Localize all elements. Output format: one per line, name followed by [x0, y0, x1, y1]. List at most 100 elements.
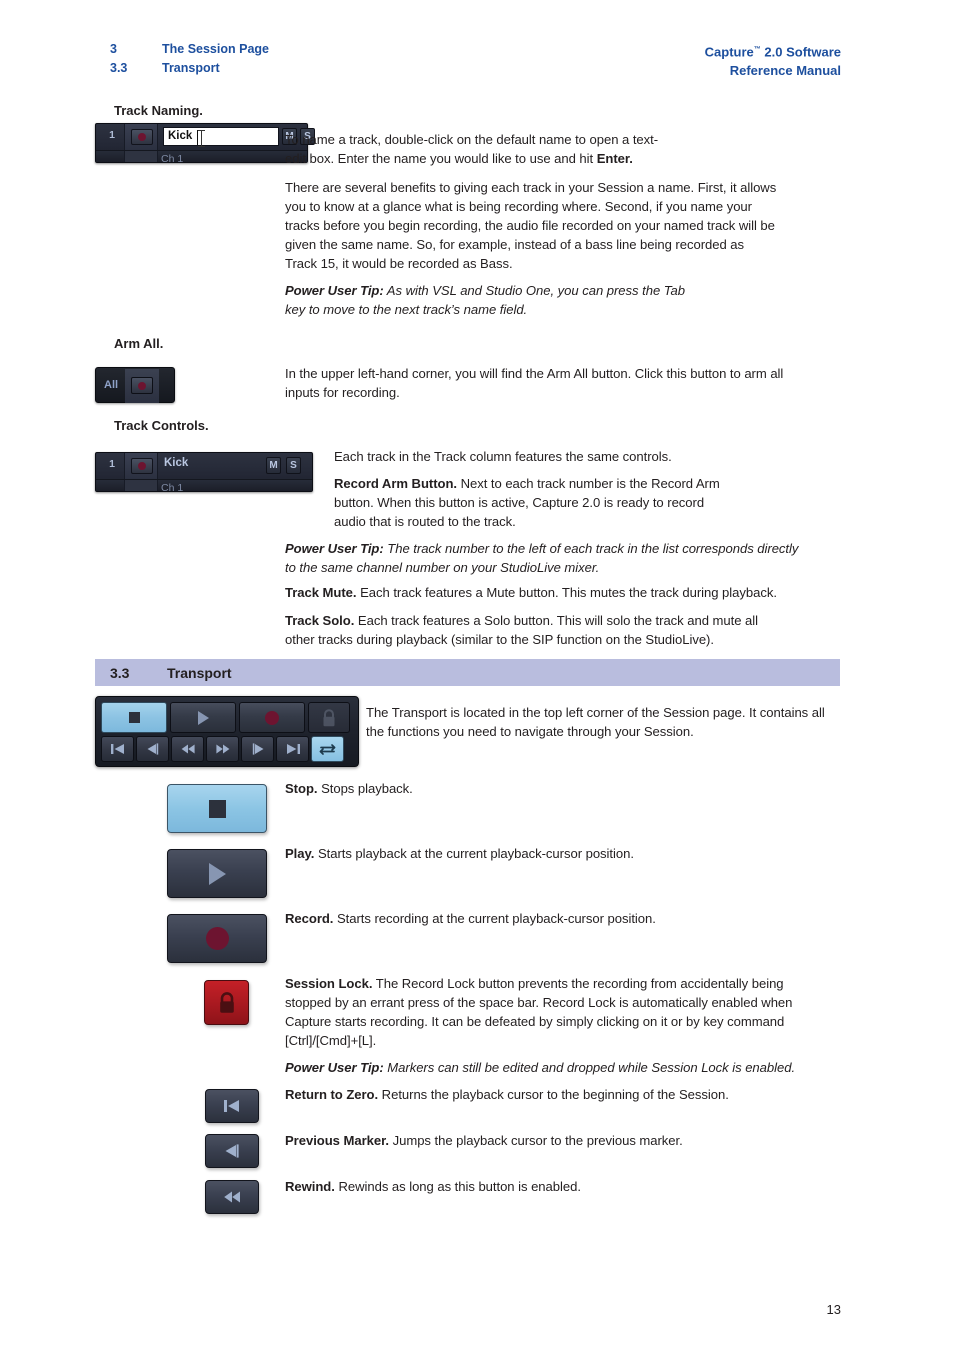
record-description-row: Record. Starts recording at the current …	[285, 909, 805, 928]
track-controls-tip: Power User Tip: The track number to the …	[285, 539, 805, 577]
play-description-row: Play. Starts playback at the current pla…	[285, 844, 805, 863]
return-to-zero-title: Return to Zero.	[285, 1087, 379, 1102]
arm-all-widget[interactable]: All	[95, 367, 175, 403]
record-icon	[205, 927, 229, 950]
rewind-icon	[219, 1188, 245, 1206]
ibeam-cursor-icon	[198, 130, 205, 147]
enter-key-emphasis: Enter.	[596, 151, 633, 167]
track-mute-title: Track Mute.	[285, 585, 357, 600]
stop-text: Stops playback.	[317, 781, 413, 796]
track-strip-arm-column	[124, 480, 158, 491]
naming-intro-line2: edit box. Enter the name you would like …	[285, 151, 597, 167]
power-user-tip-label: Power User Tip:	[285, 541, 384, 556]
track-mute-button[interactable]: M	[266, 457, 281, 474]
track-arm-cell[interactable]	[124, 124, 158, 150]
header-chapter-number: 3	[110, 42, 117, 56]
return-to-zero-button[interactable]	[205, 1089, 259, 1123]
loop-icon	[318, 742, 337, 757]
header-product-version: 2.0 Software	[760, 44, 841, 60]
record-dot-icon	[138, 462, 146, 470]
record-dot-icon	[138, 133, 146, 141]
previous-marker-description-row: Previous Marker. Jumps the playback curs…	[285, 1131, 805, 1150]
record-button[interactable]	[167, 914, 267, 963]
record-arm-button[interactable]	[131, 458, 153, 474]
record-title: Record.	[285, 911, 334, 926]
track-solo-button[interactable]: S	[286, 457, 301, 474]
section-heading-number: 3.3	[110, 664, 130, 681]
power-user-tip-text: Markers can still be edited and dropped …	[383, 1060, 796, 1075]
record-text: Starts recording at the current playback…	[333, 911, 656, 926]
skip-back-icon	[108, 742, 128, 756]
track-name-input[interactable]: Kick	[163, 127, 279, 147]
lock-icon	[322, 708, 336, 727]
header-section-title: Transport	[162, 61, 220, 75]
track-strip-naming[interactable]: Ch 1 1 Kick M S	[95, 123, 315, 165]
go-to-end-button[interactable]	[276, 736, 309, 762]
arm-all-label: Arm All.	[114, 336, 164, 351]
header-manual-line: Reference Manual	[729, 63, 841, 79]
loop-button[interactable]	[311, 736, 344, 762]
track-solo-title: Track Solo.	[285, 613, 355, 628]
play-button[interactable]	[170, 702, 236, 733]
arm-all-text: All	[104, 379, 119, 391]
rewind-description-row: Rewind. Rewinds as long as this button i…	[285, 1177, 805, 1196]
stop-button[interactable]	[101, 702, 167, 733]
naming-intro-line1: To name a track, double-click on the def…	[285, 132, 659, 147]
section-heading-title: Transport	[167, 664, 232, 681]
previous-marker-button[interactable]	[205, 1134, 259, 1168]
previous-marker-title: Previous Marker.	[285, 1133, 390, 1148]
previous-marker-text: Jumps the playback cursor to the previou…	[389, 1133, 683, 1148]
header-left: 3 The Session Page 3.3 Transport	[110, 40, 269, 78]
track-mute-text: Each track features a Mute button. This …	[356, 585, 777, 600]
header-section-line: 3.3 Transport	[110, 59, 269, 78]
track-strip-lower-row: Ch 1	[96, 150, 307, 165]
lock-icon	[218, 991, 236, 1014]
stop-icon	[208, 799, 226, 818]
transport-description: The Transport is located in the top left…	[366, 705, 825, 740]
session-lock-button[interactable]	[204, 980, 249, 1025]
record-button[interactable]	[239, 702, 305, 733]
rewind-button[interactable]	[205, 1180, 259, 1214]
return-to-zero-button[interactable]	[101, 736, 134, 762]
rewind-title: Rewind.	[285, 1179, 335, 1194]
previous-marker-button[interactable]	[136, 736, 169, 762]
return-to-zero-description-row: Return to Zero. Returns the playback cur…	[285, 1085, 805, 1104]
track-naming-intro: To name a track, double-click on the def…	[285, 130, 763, 168]
transport-panel[interactable]	[95, 696, 359, 767]
session-lock-description-row: Session Lock. The Record Lock button pre…	[285, 974, 825, 1050]
session-lock-tip: Power User Tip: Markers can still be edi…	[285, 1058, 845, 1077]
next-marker-button[interactable]	[241, 736, 274, 762]
play-icon	[209, 862, 226, 885]
header-chapter-title: The Session Page	[162, 42, 269, 56]
track-strip-controls[interactable]: Ch 1 1 Kick M S	[95, 452, 313, 494]
track-strip-upper-row: 1 Kick M S	[96, 124, 315, 150]
record-arm-paragraph: Record Arm Button. Next to each track nu…	[334, 474, 734, 531]
play-button[interactable]	[167, 849, 267, 898]
arm-all-button-cell[interactable]	[125, 369, 159, 403]
record-icon	[265, 710, 279, 725]
track-channel-label: Ch 1	[161, 153, 184, 165]
session-lock-button[interactable]	[308, 702, 350, 733]
track-number: 1	[109, 129, 115, 141]
session-lock-title: Session Lock.	[285, 976, 373, 991]
power-user-tip-label: Power User Tip:	[285, 283, 384, 298]
track-name-value[interactable]: Kick	[164, 457, 188, 469]
track-controls-label: Track Controls.	[114, 418, 209, 433]
stop-button[interactable]	[167, 784, 267, 833]
fast-forward-button[interactable]	[206, 736, 239, 762]
skip-forward-icon	[283, 742, 303, 756]
track-arm-cell[interactable]	[124, 453, 158, 479]
track-naming-body: There are several benefits to giving eac…	[285, 180, 777, 272]
rewind-button[interactable]	[171, 736, 204, 762]
arm-all-record-button[interactable]	[131, 377, 153, 394]
trademark-icon: ™	[753, 46, 761, 53]
stop-icon	[128, 712, 140, 723]
play-title: Play.	[285, 846, 315, 861]
track-controls-intro: Each track in the Track column features …	[334, 449, 672, 464]
header-product-line: Capture™ 2.0 Software	[705, 40, 841, 61]
return-to-zero-text: Returns the playback cursor to the begin…	[378, 1087, 729, 1102]
stop-description-row: Stop. Stops playback.	[285, 779, 785, 798]
prev-marker-icon	[143, 742, 163, 756]
record-arm-button[interactable]	[131, 129, 153, 145]
section-heading-bar: 3.3 Transport	[95, 659, 840, 686]
